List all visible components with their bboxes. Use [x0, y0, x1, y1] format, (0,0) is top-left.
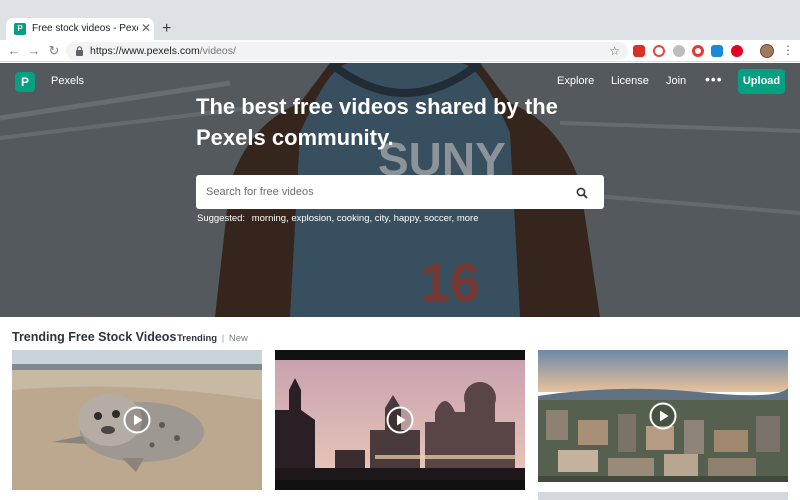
trending-section-title: Trending Free Stock Videos	[12, 330, 177, 344]
play-icon[interactable]	[649, 402, 677, 430]
extension-icon[interactable]	[653, 45, 665, 57]
filter-separator: |	[221, 333, 225, 344]
brand-name[interactable]: Pexels	[51, 75, 84, 87]
address-bar[interactable]: https://www.pexels.com/videos/ ☆	[66, 42, 628, 60]
bookmark-star-icon[interactable]: ☆	[609, 43, 620, 59]
trending-filter: Trending | New	[177, 333, 248, 344]
upload-button[interactable]: Upload	[738, 69, 785, 94]
browser-tab-strip: P Free stock videos - Pexels Videos ✕ +	[0, 0, 800, 40]
hero-title: The best free videos shared by the Pexel…	[196, 94, 558, 150]
url-text: https://www.pexels.com/videos/	[90, 45, 236, 57]
play-icon[interactable]	[386, 406, 414, 434]
filter-trending[interactable]: Trending	[177, 333, 217, 344]
suggestion-happy[interactable]: happy,	[394, 213, 422, 224]
suggestion-city[interactable]: city,	[375, 213, 391, 224]
tab-title: Free stock videos - Pexels Videos	[32, 23, 138, 34]
extension-icon[interactable]	[673, 45, 685, 57]
url-domain: https://www.pexels.com	[90, 45, 200, 57]
suggestion-more[interactable]: more	[457, 213, 479, 224]
suggested-label: Suggested:	[197, 213, 246, 224]
search-icon[interactable]	[576, 187, 588, 199]
extension-icon[interactable]	[711, 45, 723, 57]
filter-new[interactable]: New	[229, 333, 248, 344]
pexels-favicon-icon: P	[14, 23, 26, 35]
profile-avatar[interactable]	[760, 44, 774, 58]
browser-menu-icon[interactable]: ⋮	[782, 42, 794, 58]
search-input[interactable]	[206, 175, 566, 209]
video-card-palace[interactable]	[275, 350, 525, 490]
reload-icon[interactable]: ↻	[46, 43, 62, 59]
browser-tab[interactable]: P Free stock videos - Pexels Videos ✕	[6, 18, 154, 40]
video-card-city[interactable]	[538, 350, 788, 482]
extension-icon[interactable]	[633, 45, 645, 57]
new-tab-button[interactable]: +	[162, 21, 171, 37]
more-menu-button[interactable]: •••	[705, 71, 723, 87]
nav-license[interactable]: License	[611, 75, 649, 87]
video-card-seal[interactable]	[12, 350, 262, 490]
pexels-logo-icon[interactable]: P	[15, 72, 35, 92]
suggestion-morning[interactable]: morning,	[252, 213, 289, 224]
suggestion-cooking[interactable]: cooking,	[337, 213, 372, 224]
play-icon[interactable]	[123, 406, 151, 434]
lock-icon	[76, 46, 83, 56]
nav-explore[interactable]: Explore	[557, 75, 594, 87]
browser-toolbar: ← → ↻ https://www.pexels.com/videos/ ☆ ⋮	[0, 40, 800, 62]
hero-section: SUNY 16 P Pexels Explore License Join ••…	[0, 63, 800, 317]
tab-close-icon[interactable]: ✕	[141, 21, 151, 35]
search-box	[196, 175, 604, 209]
next-video-card-edge	[538, 492, 788, 500]
suggested-searches: Suggested: morning, explosion, cooking, …	[197, 213, 478, 224]
nav-join[interactable]: Join	[666, 75, 686, 87]
suggestion-explosion[interactable]: explosion,	[291, 213, 334, 224]
forward-arrow-icon[interactable]: →	[26, 43, 42, 59]
suggestion-soccer[interactable]: soccer,	[424, 213, 454, 224]
extension-icon[interactable]	[692, 45, 704, 57]
back-arrow-icon[interactable]: ←	[6, 43, 22, 59]
pinterest-icon[interactable]	[731, 45, 743, 57]
url-path: /videos/	[199, 45, 236, 57]
